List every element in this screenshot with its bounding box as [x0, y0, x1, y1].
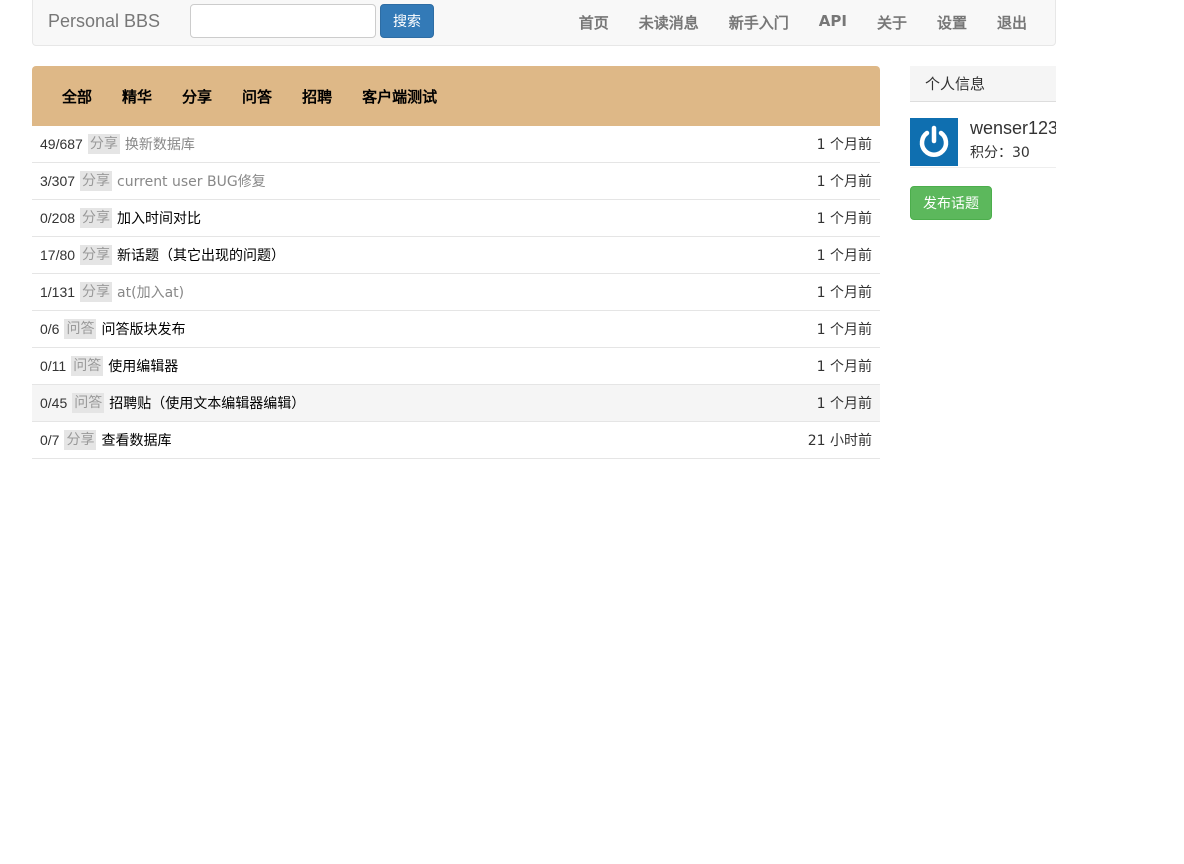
topic-tag: 问答 [64, 319, 97, 339]
topic-title-link[interactable]: 新话题（其它出现的问题） [117, 245, 285, 265]
tab-job[interactable]: 招聘 [302, 86, 332, 107]
topic-row: 1/131 分享 at(加入at) 1 个月前 [32, 274, 880, 311]
nav-links: 首页 未读消息 新手入门 API 关于 设置 退出 [549, 12, 1027, 33]
username-link[interactable]: wenser123 [970, 118, 1056, 139]
last-reply-time: 1 个月前 [816, 248, 872, 264]
user-info-header: 个人信息 [910, 66, 1056, 102]
top-navbar: Personal BBS 搜索 首页 未读消息 新手入门 API 关于 设置 退… [32, 0, 1056, 46]
reply-view-count: 17/80 [40, 247, 76, 263]
topic-list: 49/687 分享 换新数据库 1 个月前 3/307 分享 current u… [32, 126, 880, 459]
topic-title-link[interactable]: 加入时间对比 [117, 208, 201, 228]
power-icon [919, 125, 949, 157]
reply-view-count: 0/11 [40, 358, 67, 374]
nav-unread-messages[interactable]: 未读消息 [639, 12, 699, 33]
reply-view-count: 3/307 [40, 173, 76, 189]
nav-about[interactable]: 关于 [877, 12, 907, 33]
nav-settings[interactable]: 设置 [937, 12, 967, 33]
topic-panel: 全部 精华 分享 问答 招聘 客户端测试 49/687 分享 换新数据库 1 个… [32, 66, 880, 459]
tab-all[interactable]: 全部 [62, 86, 92, 107]
topic-title-link[interactable]: current user BUG修复 [117, 171, 266, 191]
topic-row: 0/208 分享 加入时间对比 1 个月前 [32, 200, 880, 237]
topic-tag: 分享 [80, 208, 113, 228]
last-reply-time: 1 个月前 [816, 396, 872, 412]
avatar[interactable] [910, 118, 958, 166]
topic-row: 17/80 分享 新话题（其它出现的问题） 1 个月前 [32, 237, 880, 274]
nav-home[interactable]: 首页 [579, 12, 609, 33]
last-reply-time: 1 个月前 [816, 359, 872, 375]
topic-tag: 问答 [72, 393, 105, 413]
tab-share[interactable]: 分享 [182, 86, 212, 107]
user-card: wenser123 积分：30 [910, 102, 1056, 168]
topic-title-link[interactable]: 换新数据库 [125, 134, 195, 154]
topic-tag: 分享 [80, 171, 113, 191]
topic-row: 0/6 问答 问答版块发布 1 个月前 [32, 311, 880, 348]
topic-row: 3/307 分享 current user BUG修复 1 个月前 [32, 163, 880, 200]
last-reply-time: 1 个月前 [816, 285, 872, 301]
topic-row: 0/7 分享 查看数据库 21 小时前 [32, 422, 880, 459]
brand-link[interactable]: Personal BBS [48, 11, 160, 32]
topic-title-link[interactable]: 使用编辑器 [108, 356, 178, 376]
search-button[interactable]: 搜索 [380, 4, 434, 38]
reply-view-count: 49/687 [40, 136, 83, 152]
publish-topic-button[interactable]: 发布话题 [910, 186, 992, 220]
nav-api[interactable]: API [819, 12, 847, 33]
topic-row: 0/11 问答 使用编辑器 1 个月前 [32, 348, 880, 385]
nav-getting-started[interactable]: 新手入门 [729, 12, 789, 33]
topic-title-link[interactable]: 招聘贴（使用文本编辑器编辑） [109, 393, 305, 413]
topic-title-link[interactable]: at(加入at) [117, 282, 184, 302]
topic-tag: 问答 [71, 356, 104, 376]
user-score: 积分：30 [970, 145, 1030, 161]
reply-view-count: 0/45 [40, 395, 68, 411]
last-reply-time: 1 个月前 [816, 137, 872, 153]
topic-row: 0/45 问答 招聘贴（使用文本编辑器编辑） 1 个月前 [32, 385, 880, 422]
last-reply-time: 21 小时前 [807, 433, 872, 449]
topic-tag: 分享 [80, 282, 113, 302]
tab-ask[interactable]: 问答 [242, 86, 272, 107]
reply-view-count: 1/131 [40, 284, 76, 300]
tab-good[interactable]: 精华 [122, 86, 152, 107]
category-tabs: 全部 精华 分享 问答 招聘 客户端测试 [32, 66, 880, 126]
topic-tag: 分享 [64, 430, 97, 450]
last-reply-time: 1 个月前 [816, 174, 872, 190]
topic-tag: 分享 [80, 245, 113, 265]
user-info-panel: 个人信息 wenser123 积分：30 [910, 66, 1056, 168]
topic-row: 49/687 分享 换新数据库 1 个月前 [32, 126, 880, 163]
last-reply-time: 1 个月前 [816, 322, 872, 338]
nav-logout[interactable]: 退出 [997, 12, 1027, 33]
search-input[interactable] [190, 4, 376, 38]
reply-view-count: 0/7 [40, 432, 60, 448]
tab-client-test[interactable]: 客户端测试 [362, 86, 437, 107]
topic-title-link[interactable]: 问答版块发布 [101, 319, 185, 339]
topic-tag: 分享 [87, 134, 120, 154]
reply-view-count: 0/6 [40, 321, 60, 337]
last-reply-time: 1 个月前 [816, 211, 872, 227]
topic-title-link[interactable]: 查看数据库 [101, 430, 171, 450]
reply-view-count: 0/208 [40, 210, 76, 226]
